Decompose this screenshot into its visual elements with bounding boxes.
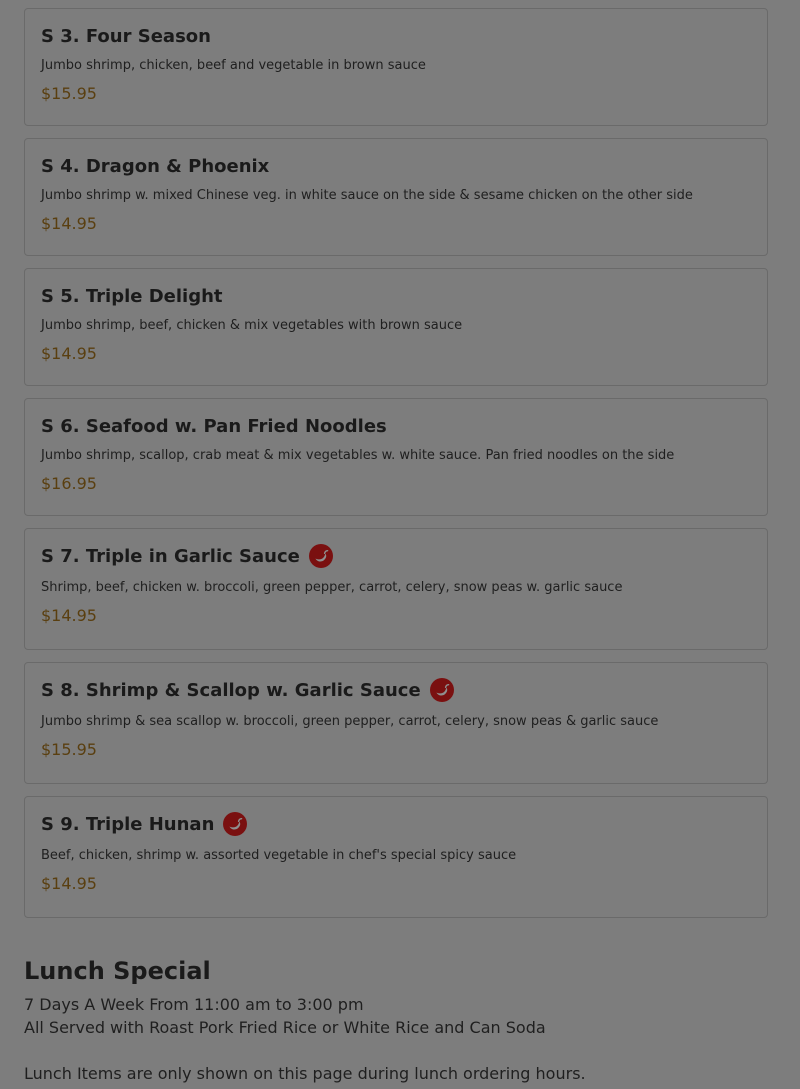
- menu-item-price: $14.95: [41, 874, 97, 893]
- menu-item-price: $15.95: [41, 740, 97, 759]
- menu-item-card-s3[interactable]: S 3. Four Season Jumbo shrimp, chicken, …: [24, 8, 768, 126]
- menu-item-description: Jumbo shrimp, beef, chicken & mix vegeta…: [41, 318, 463, 333]
- menu-item-card-s7[interactable]: S 7. Triple in Garlic Sauce Shrimp, beef…: [24, 528, 768, 650]
- menu-item-card-s8[interactable]: S 8. Shrimp & Scallop w. Garlic Sauce Ju…: [24, 662, 768, 784]
- menu-item-card-s5[interactable]: S 5. Triple Delight Jumbo shrimp, beef, …: [24, 268, 768, 386]
- menu-item-title-row: S 8. Shrimp & Scallop w. Garlic Sauce: [41, 678, 751, 702]
- menu-item-title-row: S 4. Dragon & Phoenix: [41, 154, 751, 178]
- menu-item-title: S 9. Triple Hunan: [41, 813, 215, 835]
- chili-pepper-icon: [308, 544, 333, 568]
- menu-item-title-row: S 9. Triple Hunan: [41, 812, 751, 836]
- menu-item-card-s4[interactable]: S 4. Dragon & Phoenix Jumbo shrimp w. mi…: [24, 138, 768, 256]
- menu-item-description: Jumbo shrimp & sea scallop w. broccoli, …: [41, 714, 659, 729]
- menu-item-card-s9[interactable]: S 9. Triple Hunan Beef, chicken, shrimp …: [24, 796, 768, 918]
- menu-item-price: $16.95: [41, 474, 97, 493]
- lunch-hours: 7 Days A Week From 11:00 am to 3:00 pm: [24, 995, 364, 1014]
- menu-item-title: S 4. Dragon & Phoenix: [41, 155, 270, 177]
- menu-item-description: Jumbo shrimp, scallop, crab meat & mix v…: [41, 448, 675, 463]
- menu-item-price: $14.95: [41, 344, 97, 363]
- section-title: Lunch Special: [24, 957, 211, 985]
- menu-item-list: S 3. Four Season Jumbo shrimp, chicken, …: [24, 8, 768, 930]
- menu-item-title: S 7. Triple in Garlic Sauce: [41, 545, 300, 567]
- lunch-served-with: All Served with Roast Pork Fried Rice or…: [24, 1018, 546, 1037]
- menu-item-description: Shrimp, beef, chicken w. broccoli, green…: [41, 580, 623, 595]
- lunch-special-section: Lunch Special 7 Days A Week From 11:00 a…: [24, 955, 784, 1085]
- menu-item-price: $14.95: [41, 214, 97, 233]
- menu-item-title: S 3. Four Season: [41, 25, 211, 47]
- menu-item-description: Beef, chicken, shrimp w. assorted vegeta…: [41, 848, 517, 863]
- chili-pepper-icon: [429, 678, 454, 702]
- chili-pepper-icon: [223, 812, 248, 836]
- menu-item-title-row: S 5. Triple Delight: [41, 284, 751, 308]
- menu-item-title-row: S 7. Triple in Garlic Sauce: [41, 544, 751, 568]
- menu-item-title-row: S 3. Four Season: [41, 24, 751, 48]
- lunch-note: Lunch Items are only shown on this page …: [24, 1064, 586, 1083]
- menu-item-title: S 8. Shrimp & Scallop w. Garlic Sauce: [41, 679, 421, 701]
- menu-item-card-s6[interactable]: S 6. Seafood w. Pan Fried Noodles Jumbo …: [24, 398, 768, 516]
- menu-item-title: S 6. Seafood w. Pan Fried Noodles: [41, 415, 387, 437]
- menu-item-description: Jumbo shrimp w. mixed Chinese veg. in wh…: [41, 188, 693, 203]
- menu-item-title-row: S 6. Seafood w. Pan Fried Noodles: [41, 414, 751, 438]
- menu-item-title: S 5. Triple Delight: [41, 285, 223, 307]
- menu-item-price: $15.95: [41, 84, 97, 103]
- menu-item-price: $14.95: [41, 606, 97, 625]
- menu-item-description: Jumbo shrimp, chicken, beef and vegetabl…: [41, 58, 426, 73]
